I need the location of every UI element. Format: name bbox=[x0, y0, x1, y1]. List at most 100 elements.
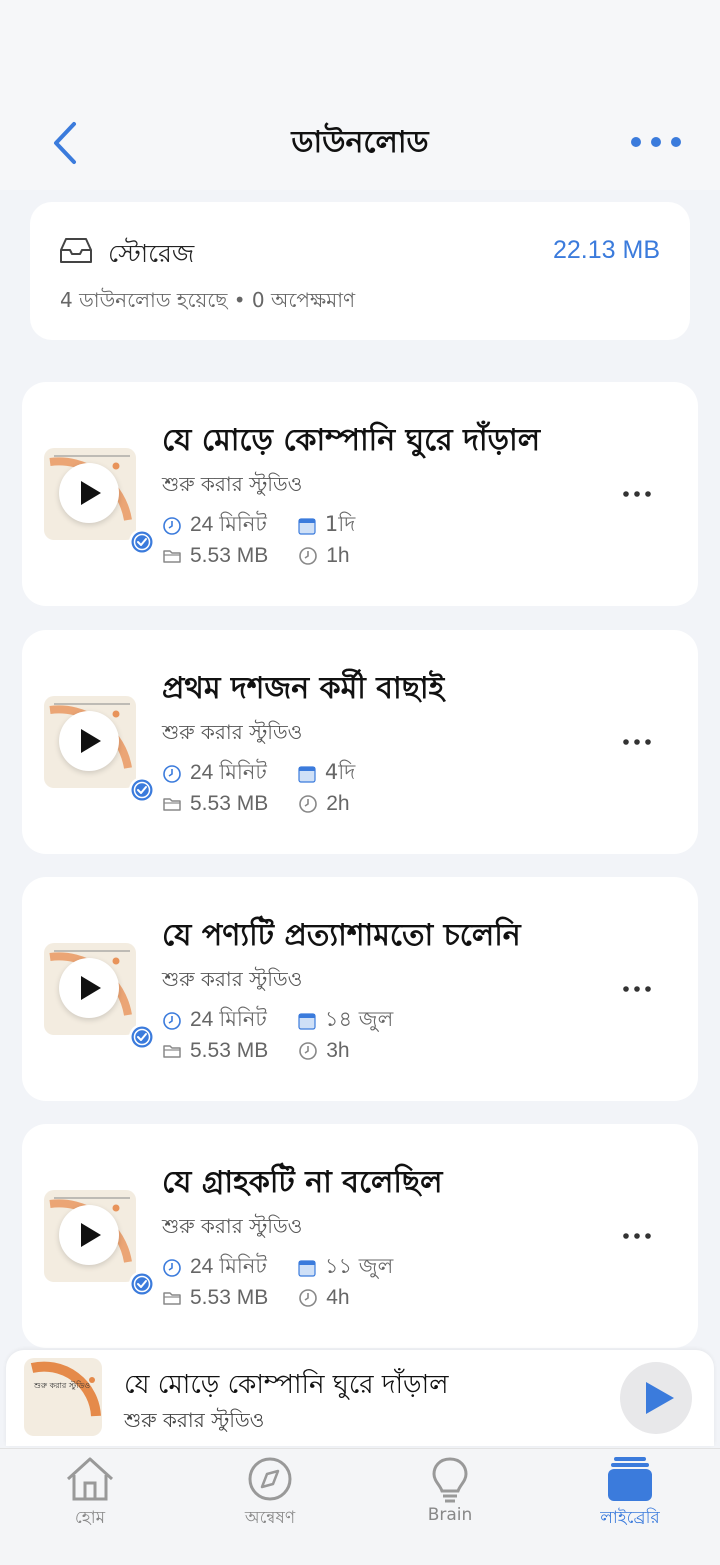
ellipsis-icon bbox=[623, 491, 651, 497]
header: ডাউনলোড bbox=[0, 90, 720, 190]
episode-artwork[interactable] bbox=[44, 943, 155, 1050]
ellipsis-icon bbox=[623, 1233, 651, 1239]
calendar-icon bbox=[298, 1012, 316, 1030]
downloaded-check-icon bbox=[129, 1271, 155, 1297]
mini-player-subtitle: শুরু করার স্টুডিও bbox=[124, 1408, 265, 1432]
episode-more-button[interactable] bbox=[622, 732, 652, 752]
episode-duration: 24 মিনিট bbox=[190, 1008, 267, 1031]
episode-card[interactable]: যে গ্রাহকটি না বলেছিল শুরু করার স্টুডিও … bbox=[22, 1124, 698, 1348]
episode-more-button[interactable] bbox=[622, 484, 652, 504]
artwork-arc-icon bbox=[30, 1361, 101, 1417]
episode-date: ১৪ জুল bbox=[324, 1007, 394, 1031]
episode-meta-row: 5.53 MB 1h bbox=[162, 544, 350, 568]
folder-icon bbox=[163, 550, 181, 563]
episode-meta-row: 5.53 MB 2h bbox=[162, 792, 350, 816]
tab-home[interactable]: হোম bbox=[0, 1449, 180, 1549]
clock-icon bbox=[299, 1289, 318, 1307]
calendar-icon bbox=[298, 765, 316, 783]
play-icon bbox=[81, 729, 101, 753]
episode-file-size: 5.53 MB bbox=[190, 792, 269, 815]
episode-title: যে মোড়ে কোম্পানি ঘুরে দাঁড়াল bbox=[162, 423, 541, 458]
episode-date: 1দি bbox=[324, 512, 356, 536]
tab-bar: হোম অন্বেষণ Brain লাইব্রেরি bbox=[0, 1448, 720, 1565]
tab-brain[interactable]: Brain bbox=[360, 1449, 540, 1549]
tab-brain-label: Brain bbox=[427, 1505, 473, 1525]
tab-explore-label: অন্বেষণ bbox=[244, 1508, 296, 1528]
episode-downloaded-ago: 3h bbox=[326, 1039, 350, 1062]
episode-meta-row: 24 মিনিট ১১ জুল bbox=[162, 1250, 393, 1285]
episode-file-size: 5.53 MB bbox=[190, 1286, 269, 1309]
mini-player-play-button[interactable] bbox=[620, 1362, 692, 1434]
folder-icon bbox=[163, 1045, 181, 1058]
calendar-icon bbox=[298, 517, 316, 535]
clock-icon bbox=[163, 516, 181, 535]
episode-duration: 24 মিনিট bbox=[190, 513, 267, 536]
mini-player-artwork: শুরু করার স্টুডিও bbox=[24, 1358, 102, 1436]
clock-icon bbox=[163, 1011, 181, 1030]
ellipsis-icon bbox=[623, 739, 651, 745]
episode-artwork[interactable] bbox=[44, 1190, 155, 1297]
tab-explore[interactable]: অন্বেষণ bbox=[180, 1449, 360, 1549]
inbox-tray-icon bbox=[60, 238, 92, 263]
play-button[interactable] bbox=[59, 463, 119, 523]
storage-summary: 4 ডাউনলোড হয়েছে • 0 অপেক্ষমাণ bbox=[60, 288, 356, 312]
ellipsis-icon bbox=[631, 137, 681, 147]
episode-duration: 24 মিনিট bbox=[190, 1255, 267, 1278]
episode-artwork[interactable] bbox=[44, 696, 155, 803]
play-button[interactable] bbox=[59, 1205, 119, 1265]
episode-more-button[interactable] bbox=[622, 1226, 652, 1246]
calendar-icon bbox=[298, 1259, 316, 1277]
compass-icon bbox=[248, 1457, 292, 1501]
storage-label: স্টোরেজ bbox=[108, 239, 195, 268]
storage-card: স্টোরেজ 22.13 MB 4 ডাউনলোড হয়েছে • 0 অপ… bbox=[30, 202, 690, 340]
downloaded-check-icon bbox=[129, 777, 155, 803]
episode-meta-row: 24 মিনিট ১৪ জুল bbox=[162, 1003, 393, 1038]
tab-library[interactable]: লাইব্রেরি bbox=[540, 1449, 720, 1549]
play-button[interactable] bbox=[59, 711, 119, 771]
clock-icon bbox=[299, 1042, 318, 1060]
episode-title: যে পণ্যটি প্রত্যাশামতো চলেনি bbox=[162, 918, 521, 953]
clock-icon bbox=[299, 547, 318, 565]
episode-more-button[interactable] bbox=[622, 979, 652, 999]
folder-icon bbox=[163, 1292, 181, 1305]
home-icon bbox=[66, 1457, 114, 1501]
downloaded-check-icon bbox=[129, 1024, 155, 1050]
episode-downloaded-ago: 4h bbox=[326, 1286, 350, 1309]
tab-library-label: লাইব্রেরি bbox=[600, 1508, 660, 1528]
tab-home-label: হোম bbox=[74, 1508, 106, 1528]
lightbulb-icon bbox=[432, 1457, 468, 1503]
storage-size: 22.13 MB bbox=[552, 236, 660, 264]
episode-date: ১১ জুল bbox=[324, 1254, 394, 1278]
status-bar bbox=[0, 0, 720, 90]
mini-player[interactable]: শুরু করার স্টুডিও যে মোড়ে কোম্পানি ঘুরে… bbox=[6, 1350, 714, 1446]
more-options-button[interactable] bbox=[628, 130, 684, 154]
episode-studio: শুরু করার স্টুডিও bbox=[162, 967, 303, 991]
downloaded-check-icon bbox=[129, 529, 155, 555]
folder-icon bbox=[163, 798, 181, 811]
episode-card[interactable]: যে মোড়ে কোম্পানি ঘুরে দাঁড়াল শুরু করার… bbox=[22, 382, 698, 606]
episode-meta-row: 24 মিনিট 1দি bbox=[162, 508, 355, 543]
episode-card[interactable]: প্রথম দশজন কর্মী বাছাই শুরু করার স্টুডিও… bbox=[22, 630, 698, 854]
ellipsis-icon bbox=[623, 986, 651, 992]
episode-date: 4দি bbox=[324, 760, 356, 784]
episode-downloaded-ago: 1h bbox=[326, 544, 350, 567]
clock-icon bbox=[163, 1258, 181, 1277]
clock-icon bbox=[163, 764, 181, 783]
episode-artwork[interactable] bbox=[44, 448, 155, 555]
library-icon bbox=[608, 1457, 652, 1501]
episode-meta-row: 5.53 MB 4h bbox=[162, 1286, 350, 1310]
episode-duration: 24 মিনিট bbox=[190, 761, 267, 784]
play-button[interactable] bbox=[59, 958, 119, 1018]
play-icon bbox=[81, 1223, 101, 1247]
mini-player-title: যে মোড়ে কোম্পানি ঘুরে দাঁড়াল bbox=[124, 1370, 449, 1400]
episode-meta-row: 24 মিনিট 4দি bbox=[162, 756, 355, 791]
episode-studio: শুরু করার স্টুডিও bbox=[162, 472, 303, 496]
episode-file-size: 5.53 MB bbox=[190, 544, 269, 567]
episode-downloaded-ago: 2h bbox=[326, 792, 350, 815]
episode-title: প্রথম দশজন কর্মী বাছাই bbox=[162, 671, 445, 706]
episode-studio: শুরু করার স্টুডিও bbox=[162, 720, 303, 744]
play-icon bbox=[81, 481, 101, 505]
episode-title: যে গ্রাহকটি না বলেছিল bbox=[162, 1165, 443, 1200]
clock-icon bbox=[299, 795, 318, 813]
episode-card[interactable]: যে পণ্যটি প্রত্যাশামতো চলেনি শুরু করার স… bbox=[22, 877, 698, 1101]
